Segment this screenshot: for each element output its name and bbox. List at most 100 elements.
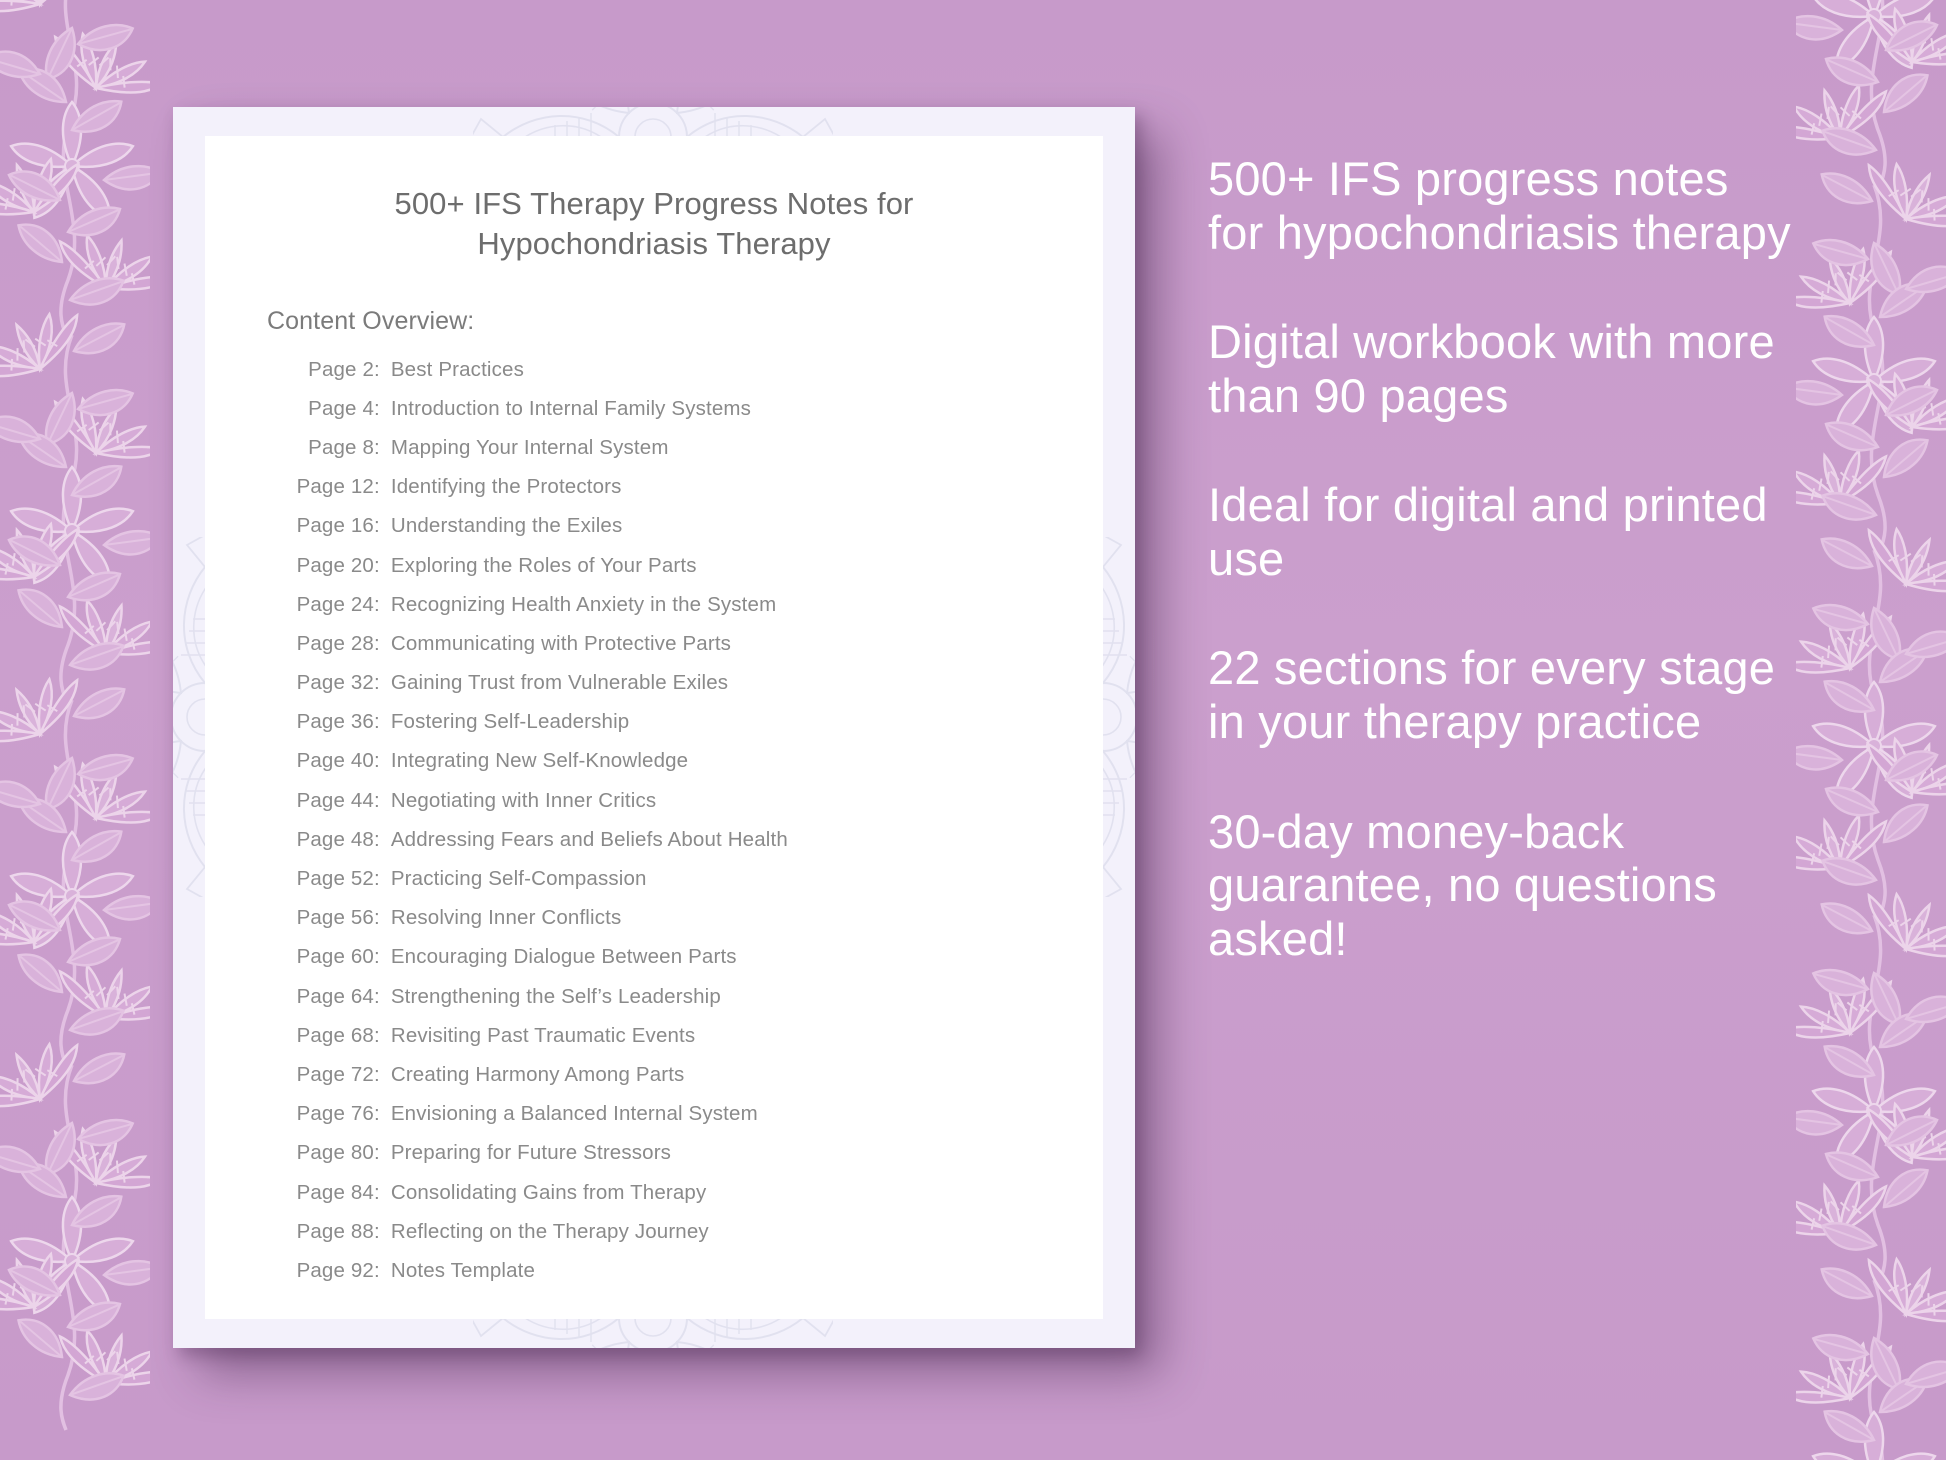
toc-entry-page: Page 72: [296, 1062, 374, 1086]
toc-entry-separator: :: [374, 592, 380, 616]
toc-entry-title: Communicating with Protective Parts: [390, 631, 732, 655]
toc-entry-separator: :: [374, 945, 380, 969]
toc-entry: Page 12: Identifying the Protectors: [292, 475, 1103, 514]
marketing-point: Digital workbook with more than 90 pages: [1208, 315, 1775, 422]
toc-entry-separator: :: [374, 1258, 380, 1282]
document-title: 500+ IFS Therapy Progress Notes for Hypo…: [394, 186, 914, 262]
toc-entry-separator: :: [374, 1180, 380, 1204]
toc-entry-page: Page 40: [296, 749, 374, 773]
toc-entry-page: Page 28: [296, 631, 374, 655]
toc-entry-title: Preparing for Future Stressors: [390, 1141, 672, 1165]
toc-entry-separator: :: [374, 1062, 380, 1086]
toc-entry-page: Page 92: [296, 1258, 374, 1282]
toc-entry-title: Creating Harmony Among Parts: [390, 1062, 685, 1086]
toc-entry-title: Practicing Self-Compassion: [390, 867, 647, 891]
toc-entry-page: Page 48: [296, 827, 374, 851]
toc-entry-page: Page 64: [296, 984, 374, 1008]
toc-entry-page: Page 24: [296, 592, 374, 616]
floral-vine-icon: [1796, 0, 1946, 1460]
toc-entry-separator: :: [374, 396, 380, 420]
toc-entry: Page 92: Notes Template: [292, 1259, 1103, 1298]
toc-entry-title: Identifying the Protectors: [390, 475, 622, 499]
toc-entry-separator: :: [374, 710, 380, 734]
toc-entry-page: Page 16: [296, 514, 374, 538]
toc-entry: Page 36: Fostering Self-Leadership: [292, 710, 1103, 749]
toc-entry-title: Best Practices: [390, 357, 524, 381]
toc-entry-separator: :: [374, 1219, 380, 1243]
marketing-point: 500+ IFS progress notes for hypochondria…: [1208, 152, 1791, 259]
toc-entry: Page 68: Revisiting Past Traumatic Events: [292, 1024, 1103, 1063]
toc-entry-page: Page 32: [296, 671, 374, 695]
toc-entry-title: Notes Template: [390, 1258, 536, 1282]
toc-entry-separator: :: [374, 1023, 380, 1047]
toc-entry-title: Consolidating Gains from Therapy: [390, 1180, 707, 1204]
toc-entry: Page 32: Gaining Trust from Vulnerable Ex…: [292, 671, 1103, 710]
toc-entry-separator: :: [374, 867, 380, 891]
toc-entry-separator: :: [374, 357, 380, 381]
toc-entry-separator: :: [374, 1102, 380, 1126]
toc-entry-title: Negotiating with Inner Critics: [390, 788, 657, 812]
toc-entry-separator: :: [374, 553, 380, 577]
toc-entry-title: Addressing Fears and Beliefs About Healt…: [390, 827, 788, 851]
toc-entry-page: Page 36: [296, 710, 374, 734]
toc-entry-title: Fostering Self-Leadership: [390, 710, 630, 734]
toc-entry-page: Page 88: [296, 1219, 374, 1243]
toc-entry-separator: :: [374, 631, 380, 655]
toc-entry-page: Page 8: [308, 435, 374, 459]
toc-entry-page: Page 56: [296, 906, 374, 930]
toc-entry: Page 24: Recognizing Health Anxiety in th…: [292, 593, 1103, 632]
toc-entry-separator: :: [374, 984, 380, 1008]
toc-entry-separator: :: [374, 475, 380, 499]
toc-entry: Page 16: Understanding the Exiles: [292, 514, 1103, 553]
toc-entry-page: Page 76: [296, 1102, 374, 1126]
toc-entry-title: Introduction to Internal Family Systems: [390, 396, 752, 420]
toc-entry-title: Revisiting Past Traumatic Events: [390, 1023, 696, 1047]
toc-entry-title: Understanding the Exiles: [390, 514, 623, 538]
toc-entry-page: Page 4: [308, 396, 374, 420]
toc-entry: Page 64: Strengthening the Self’s Leaders…: [292, 985, 1103, 1024]
toc-entry: Page 8: Mapping Your Internal System: [292, 436, 1103, 475]
toc-entry-title: Mapping Your Internal System: [390, 435, 669, 459]
toc-entry-separator: :: [374, 435, 380, 459]
marketing-copy: 500+ IFS progress notes for hypochondria…: [1208, 152, 1793, 965]
toc-entry-page: Page 68: [296, 1023, 374, 1047]
toc-entry-page: Page 44: [296, 788, 374, 812]
toc-entry-separator: :: [374, 788, 380, 812]
toc-entry-title: Reflecting on the Therapy Journey: [390, 1219, 709, 1243]
floral-border-right: [1796, 0, 1946, 1460]
toc-entry-title: Gaining Trust from Vulnerable Exiles: [390, 671, 729, 695]
toc-entry-page: Page 60: [296, 945, 374, 969]
toc-entry: Page 88: Reflecting on the Therapy Journe…: [292, 1220, 1103, 1259]
toc-entry: Page 72: Creating Harmony Among Parts: [292, 1063, 1103, 1102]
toc-entry-title: Integrating New Self-Knowledge: [390, 749, 689, 773]
toc-entry-page: Page 80: [296, 1141, 374, 1165]
table-of-contents: Page 2: Best Practices Page 4: Introduction…: [205, 336, 1103, 1299]
toc-entry-separator: :: [374, 514, 380, 538]
toc-entry: Page 84: Consolidating Gains from Therapy: [292, 1181, 1103, 1220]
toc-entry: Page 4: Introduction to Internal Family S…: [292, 397, 1103, 436]
marketing-point: 30-day money-back guarantee, no question…: [1208, 804, 1717, 965]
toc-entry-title: Envisioning a Balanced Internal System: [390, 1102, 758, 1126]
toc-entry: Page 60: Encouraging Dialogue Between Par…: [292, 945, 1103, 984]
toc-entry-separator: :: [374, 749, 380, 773]
toc-entry: Page 80: Preparing for Future Stressors: [292, 1141, 1103, 1180]
toc-entry-separator: :: [374, 827, 380, 851]
marketing-point: 22 sections for every stage in your ther…: [1208, 641, 1776, 749]
toc-entry: Page 44: Negotiating with Inner Critics: [292, 789, 1103, 828]
toc-entry-page: Page 84: [296, 1180, 374, 1204]
content-overview-label: Content Overview:: [267, 306, 475, 335]
toc-entry: Page 48: Addressing Fears and Beliefs Abo…: [292, 828, 1103, 867]
toc-entry: Page 2: Best Practices: [292, 358, 1103, 397]
toc-entry-title: Strengthening the Self’s Leadership: [390, 984, 721, 1008]
toc-entry: Page 76: Envisioning a Balanced Internal …: [292, 1102, 1103, 1141]
toc-entry-title: Resolving Inner Conflicts: [390, 906, 622, 930]
toc-entry: Page 52: Practicing Self-Compassion: [292, 867, 1103, 906]
toc-entry-title: Recognizing Health Anxiety in the System: [390, 592, 777, 616]
document-page: 500+ IFS Therapy Progress Notes for Hypo…: [205, 136, 1103, 1319]
toc-entry: Page 56: Resolving Inner Conflicts: [292, 906, 1103, 945]
toc-entry: Page 40: Integrating New Self-Knowledge: [292, 749, 1103, 788]
floral-border-left: [0, 0, 150, 1460]
toc-entry-page: Page 12: [296, 475, 374, 499]
floral-vine-icon: [0, 0, 150, 1460]
toc-entry-page: Page 20: [296, 553, 374, 577]
